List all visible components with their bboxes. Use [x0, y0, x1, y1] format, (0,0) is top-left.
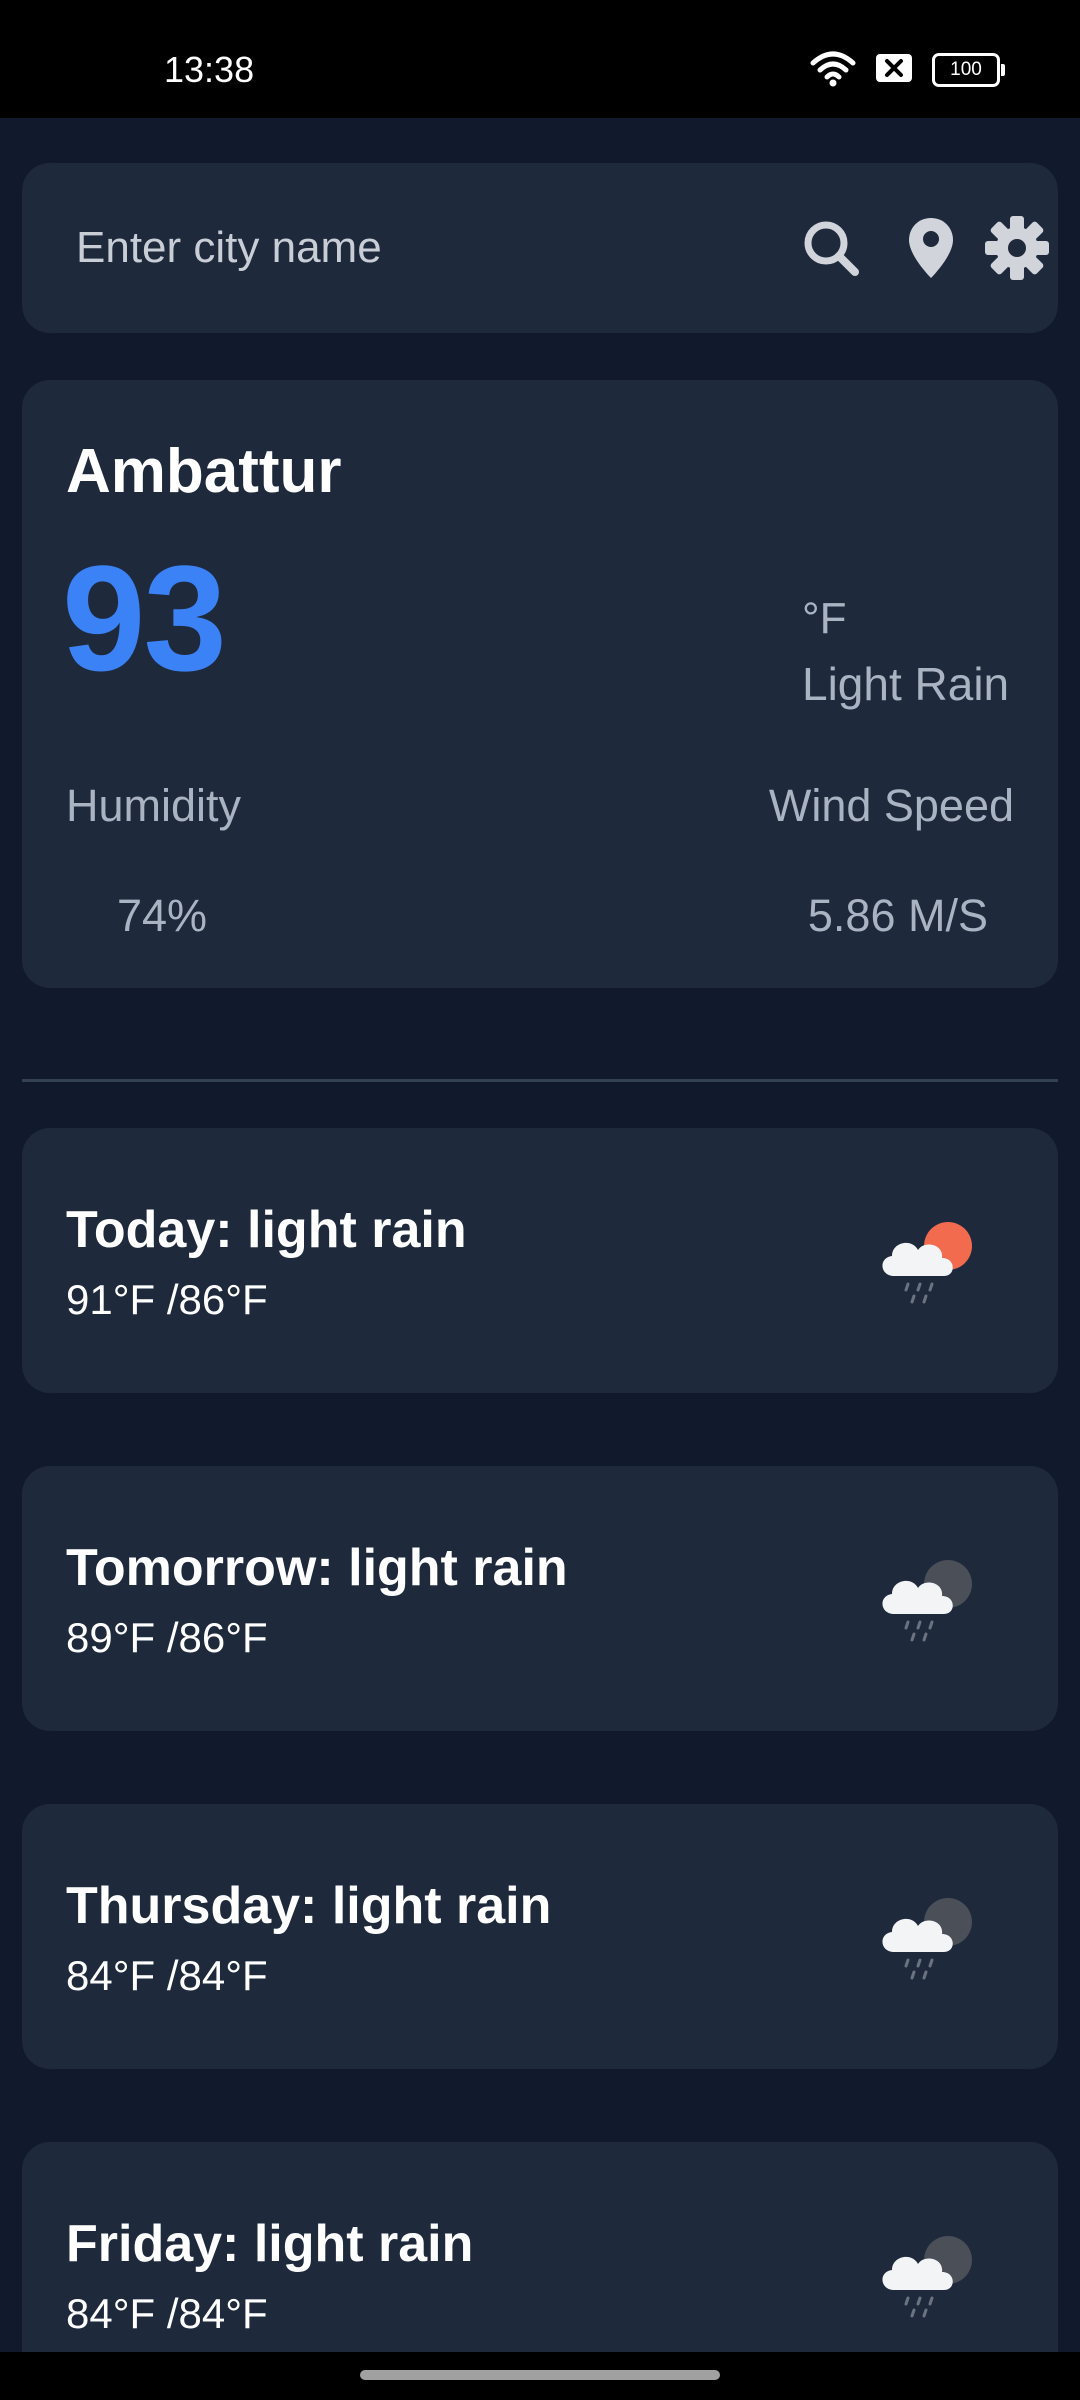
forecast-temp-range: 84°F /84°F [66, 2290, 268, 2337]
rain-moon-icon [882, 1898, 972, 1980]
forecast-list: Today: light rain 91°F /86°F Tomorrow: l… [0, 0, 1080, 2352]
forecast-card-friday[interactable]: Friday: light rain 84°F /84°F [22, 2142, 1058, 2352]
weather-app-screen: 13:38 100 Enter city name Ambattur 93 °F… [0, 0, 1080, 2400]
forecast-temp-range: 91°F /86°F [66, 1276, 268, 1323]
rain-moon-icon [882, 2236, 972, 2318]
navigation-bar [0, 2352, 1080, 2400]
rain-sun-icon [882, 1222, 972, 1304]
forecast-card-thursday[interactable]: Thursday: light rain 84°F /84°F [22, 1804, 1058, 2069]
forecast-temp-range: 84°F /84°F [66, 1952, 268, 1999]
forecast-title: Today: light rain [66, 1201, 467, 1259]
forecast-temp-range: 89°F /86°F [66, 1614, 268, 1661]
forecast-title: Tomorrow: light rain [66, 1539, 568, 1597]
forecast-title: Friday: light rain [66, 2215, 474, 2273]
home-gesture-handle[interactable] [360, 2370, 720, 2380]
forecast-title: Thursday: light rain [66, 1877, 552, 1935]
rain-moon-icon [882, 1560, 972, 1642]
forecast-card-tomorrow[interactable]: Tomorrow: light rain 89°F /86°F [22, 1466, 1058, 1731]
forecast-card-today[interactable]: Today: light rain 91°F /86°F [22, 1128, 1058, 1393]
